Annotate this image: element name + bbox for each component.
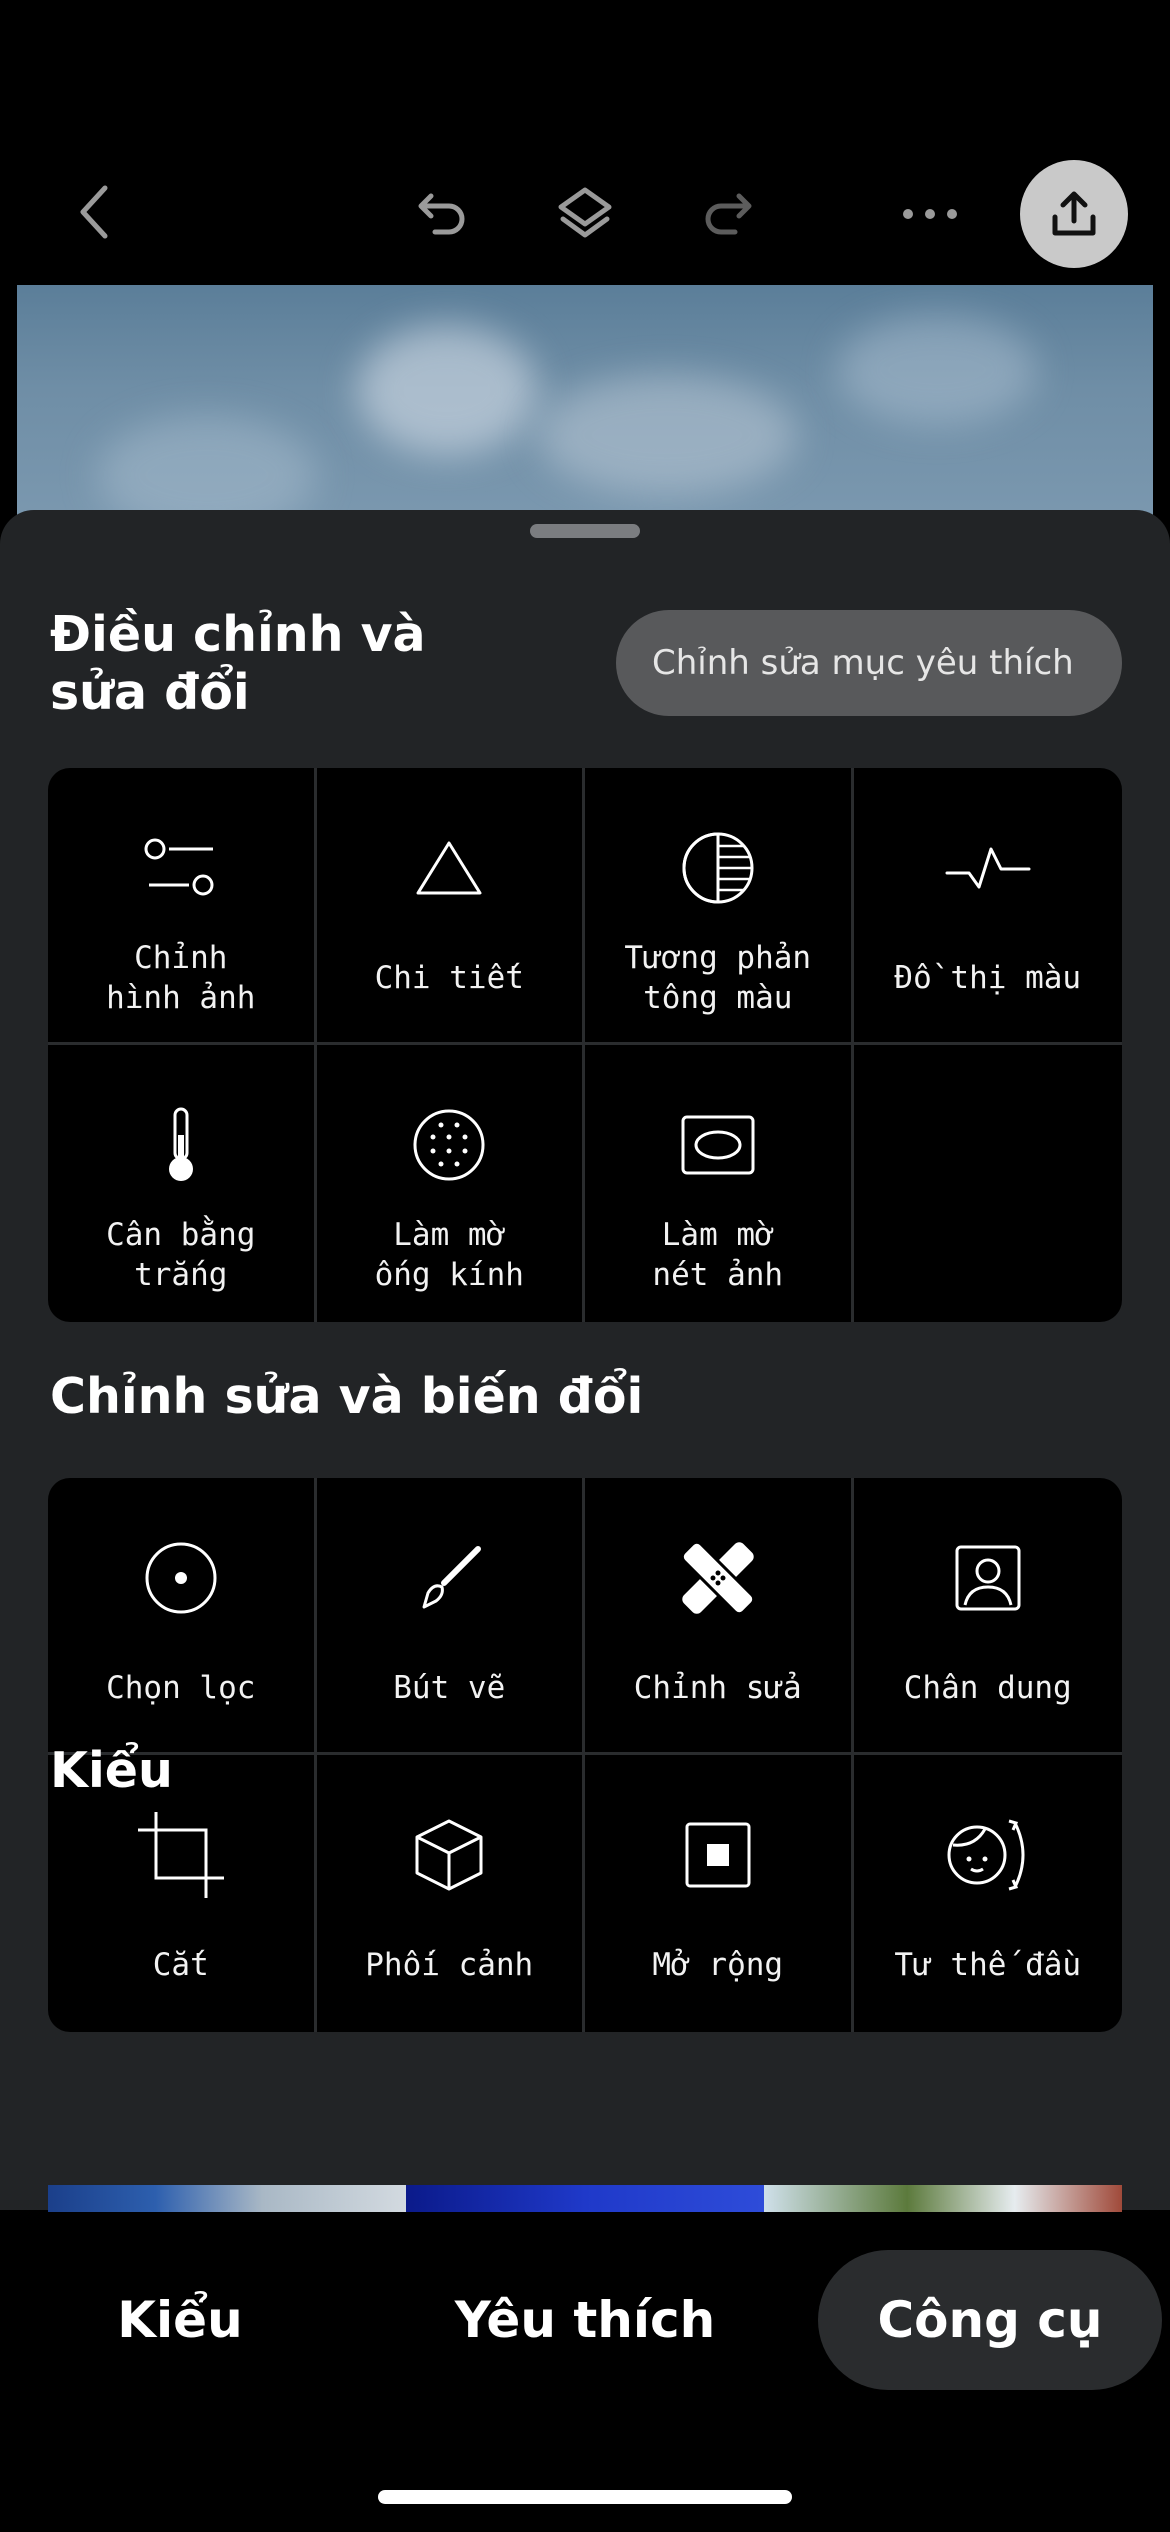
tool-label: Chọn lọc <box>106 1670 256 1706</box>
tool-label: Chỉnh sửa <box>633 1670 802 1706</box>
top-toolbar <box>0 0 1170 285</box>
adjust-tools-grid: Chỉnh hình ảnh Chi tiết Tương phản tông … <box>48 768 1122 1322</box>
healing-bandage-icon <box>585 1538 851 1618</box>
tune-icon <box>48 828 314 908</box>
photo-preview[interactable] <box>17 285 1153 545</box>
tonal-contrast-icon <box>585 828 851 908</box>
portrait-icon <box>854 1538 1123 1618</box>
tool-label: Cắt <box>152 1947 209 1983</box>
tool-but-ve[interactable]: Bút vẽ <box>316 1478 585 1755</box>
tool-label: Bút vẽ <box>393 1670 506 1706</box>
undo-icon[interactable] <box>410 182 474 246</box>
curves-icon <box>854 828 1123 908</box>
tool-label: Làm mờ nét ảnh <box>652 1217 784 1293</box>
head-pose-icon <box>854 1815 1123 1895</box>
tool-chinh-hinh-anh[interactable]: Chỉnh hình ảnh <box>48 768 317 1045</box>
empty-cell <box>854 1045 1123 1322</box>
tool-lam-mo-ong-kinh[interactable]: Làm mờ ống kính <box>317 1045 585 1322</box>
tool-tuong-phan-tong-mau[interactable]: Tương phản tông màu <box>585 768 854 1045</box>
edit-section-title: Chỉnh sửa và biến đổi <box>50 1368 644 1425</box>
back-chevron-icon[interactable] <box>66 180 122 244</box>
adjust-section-title: Điều chỉnh và sửa đổi <box>50 606 426 721</box>
tool-label: Tương phản tông màu <box>624 940 812 1016</box>
edit-favorites-button[interactable]: Chỉnh sửa mục yêu thích <box>616 610 1122 716</box>
perspective-cube-icon <box>317 1815 583 1895</box>
tool-label: Mở rộng <box>652 1947 784 1983</box>
tool-can-bang-trang[interactable]: Cân bằng trắng <box>48 1045 317 1322</box>
sheet-drag-handle[interactable] <box>530 524 640 538</box>
brush-icon <box>317 1538 583 1618</box>
redo-icon[interactable] <box>696 182 760 246</box>
share-icon <box>1049 189 1099 239</box>
thermometer-icon <box>48 1105 314 1185</box>
styles-section-title: Kiểu <box>50 1742 173 1799</box>
tools-sheet: Điều chỉnh và sửa đổi Chỉnh sửa mục yêu … <box>0 510 1170 2225</box>
tool-label: Cân bằng trắng <box>106 1217 256 1293</box>
tool-lam-mo-net-anh[interactable]: Làm mờ nét ảnh <box>585 1045 854 1322</box>
bottom-tab-bar: Kiểu Yêu thích Công cụ <box>0 2212 1170 2532</box>
tool-mo-rong[interactable]: Mở rộng <box>585 1755 854 2032</box>
lens-blur-icon <box>317 1105 583 1185</box>
tool-chi-tiet[interactable]: Chi tiết <box>316 768 585 1045</box>
triangle-icon <box>317 828 583 908</box>
home-indicator <box>378 2490 792 2504</box>
crop-icon <box>48 1812 314 1898</box>
tool-chan-dung[interactable]: Chân dung <box>853 1478 1123 1755</box>
edit-tools-grid: Chọn lọc Bút vẽ Chỉnh sửa Chân dung Cắt … <box>48 1478 1122 2032</box>
tab-yeu-thich[interactable]: Yêu thích <box>440 2250 730 2390</box>
tool-do-thi-mau[interactable]: Đồ thị màu <box>853 768 1123 1045</box>
vignette-icon <box>585 1105 851 1185</box>
selective-icon <box>48 1538 314 1618</box>
tool-label: Phối cảnh <box>365 1947 534 1983</box>
expand-icon <box>585 1815 851 1895</box>
tab-cong-cu[interactable]: Công cụ <box>818 2250 1162 2390</box>
tab-kieu[interactable]: Kiểu <box>60 2250 300 2390</box>
tool-label: Đồ thị màu <box>894 960 1082 996</box>
layers-icon[interactable] <box>552 180 618 246</box>
tool-label: Chi tiết <box>374 960 524 996</box>
tool-phoi-canh[interactable]: Phối cảnh <box>317 1755 585 2032</box>
tool-label: Làm mờ ống kính <box>374 1217 524 1293</box>
tool-chon-loc[interactable]: Chọn lọc <box>48 1478 317 1755</box>
tool-tu-the-dau[interactable]: Tư thế đầu <box>854 1755 1123 2032</box>
tool-label: Tư thế đầu <box>894 1947 1082 1983</box>
more-icon[interactable] <box>900 194 960 234</box>
tool-label: Chân dung <box>903 1670 1072 1706</box>
tool-chinh-sua[interactable]: Chỉnh sửa <box>585 1478 854 1755</box>
edit-favorites-label: Chỉnh sửa mục yêu thích <box>652 643 1074 683</box>
share-button[interactable] <box>1020 160 1128 268</box>
tool-label: Chỉnh hình ảnh <box>106 940 256 1016</box>
